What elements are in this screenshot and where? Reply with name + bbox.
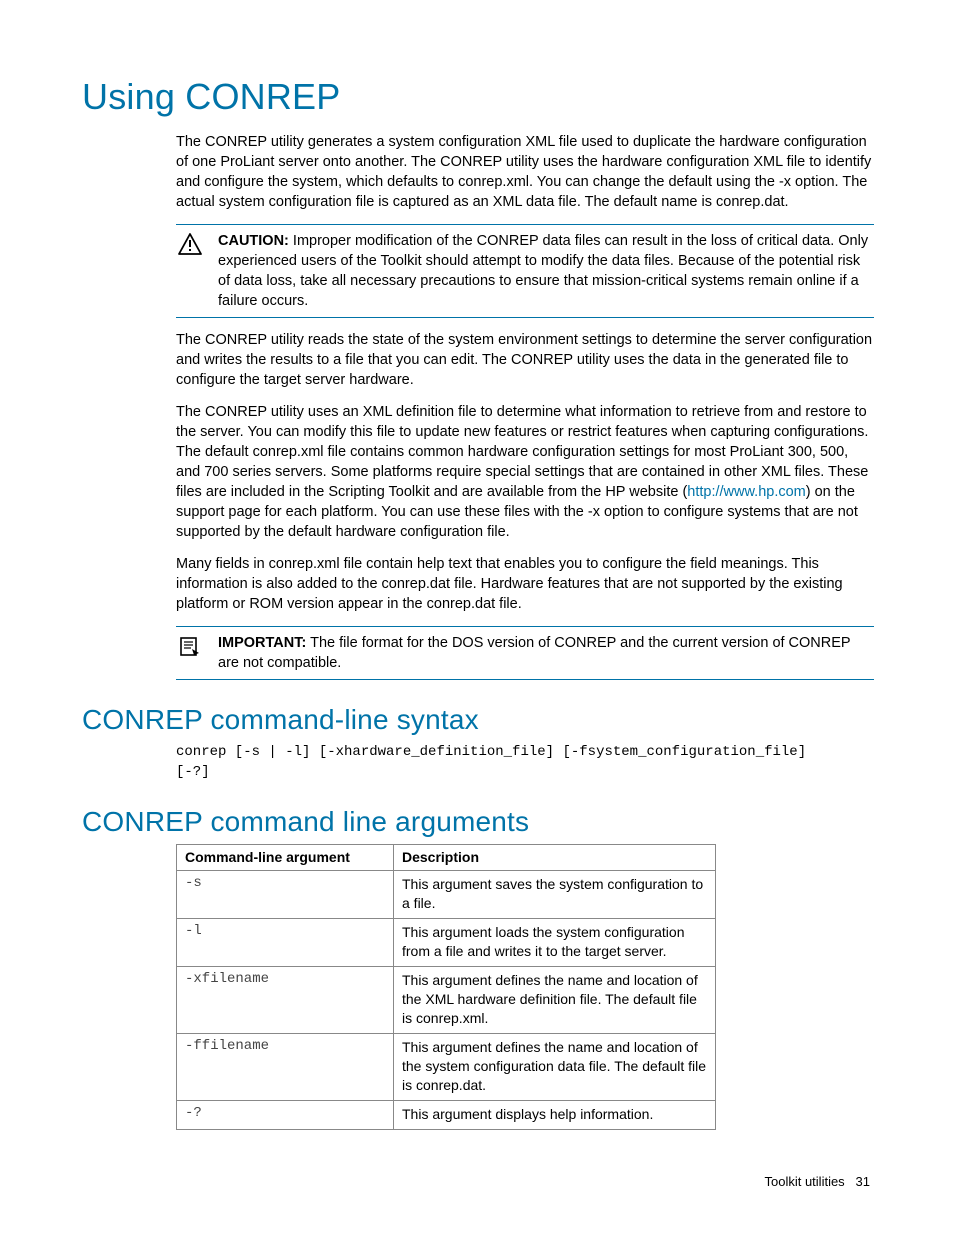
- important-text: IMPORTANT: The file format for the DOS v…: [218, 633, 874, 673]
- arguments-table: Command-line argument Description -s Thi…: [176, 844, 716, 1130]
- arg-desc: This argument defines the name and locat…: [394, 1034, 716, 1101]
- arg-name: -s: [177, 871, 394, 919]
- col-header-description: Description: [394, 845, 716, 871]
- intro-paragraph: The CONREP utility generates a system co…: [176, 132, 874, 212]
- paragraph-3: The CONREP utility uses an XML definitio…: [176, 402, 874, 542]
- paragraph-2: The CONREP utility reads the state of th…: [176, 330, 874, 390]
- page-title: Using CONREP: [82, 76, 874, 118]
- arg-desc: This argument saves the system configura…: [394, 871, 716, 919]
- page-footer: Toolkit utilities 31: [764, 1174, 870, 1189]
- table-row: -xfilename This argument defines the nam…: [177, 967, 716, 1034]
- arg-desc: This argument defines the name and locat…: [394, 967, 716, 1034]
- args-heading: CONREP command line arguments: [82, 806, 874, 838]
- body-content: The CONREP utility generates a system co…: [176, 132, 874, 680]
- caution-icon: [176, 231, 204, 255]
- caution-body: Improper modification of the CONREP data…: [218, 233, 868, 309]
- caution-label: CAUTION:: [218, 233, 289, 249]
- arg-desc: This argument loads the system configura…: [394, 919, 716, 967]
- arg-name: -?: [177, 1101, 394, 1130]
- important-icon: [176, 633, 204, 657]
- paragraph-4: Many fields in conrep.xml file contain h…: [176, 554, 874, 614]
- important-block: IMPORTANT: The file format for the DOS v…: [176, 626, 874, 680]
- footer-section: Toolkit utilities: [764, 1174, 844, 1189]
- arg-desc: This argument displays help information.: [394, 1101, 716, 1130]
- syntax-code: conrep [-s | -l] [-xhardware_definition_…: [176, 742, 874, 782]
- table-row: -s This argument saves the system config…: [177, 871, 716, 919]
- arg-name: -ffilename: [177, 1034, 394, 1101]
- caution-text: CAUTION: Improper modification of the CO…: [218, 231, 874, 311]
- arg-name: -l: [177, 919, 394, 967]
- syntax-heading: CONREP command-line syntax: [82, 704, 874, 736]
- arg-name: -xfilename: [177, 967, 394, 1034]
- important-body: The file format for the DOS version of C…: [218, 635, 850, 671]
- table-row: -ffilename This argument defines the nam…: [177, 1034, 716, 1101]
- caution-block: CAUTION: Improper modification of the CO…: [176, 224, 874, 318]
- table-header-row: Command-line argument Description: [177, 845, 716, 871]
- col-header-argument: Command-line argument: [177, 845, 394, 871]
- table-row: -? This argument displays help informati…: [177, 1101, 716, 1130]
- table-row: -l This argument loads the system config…: [177, 919, 716, 967]
- footer-page-number: 31: [856, 1174, 870, 1189]
- document-page: Using CONREP The CONREP utility generate…: [0, 0, 954, 1235]
- important-label: IMPORTANT:: [218, 635, 306, 651]
- hp-website-link[interactable]: http://www.hp.com: [687, 484, 805, 500]
